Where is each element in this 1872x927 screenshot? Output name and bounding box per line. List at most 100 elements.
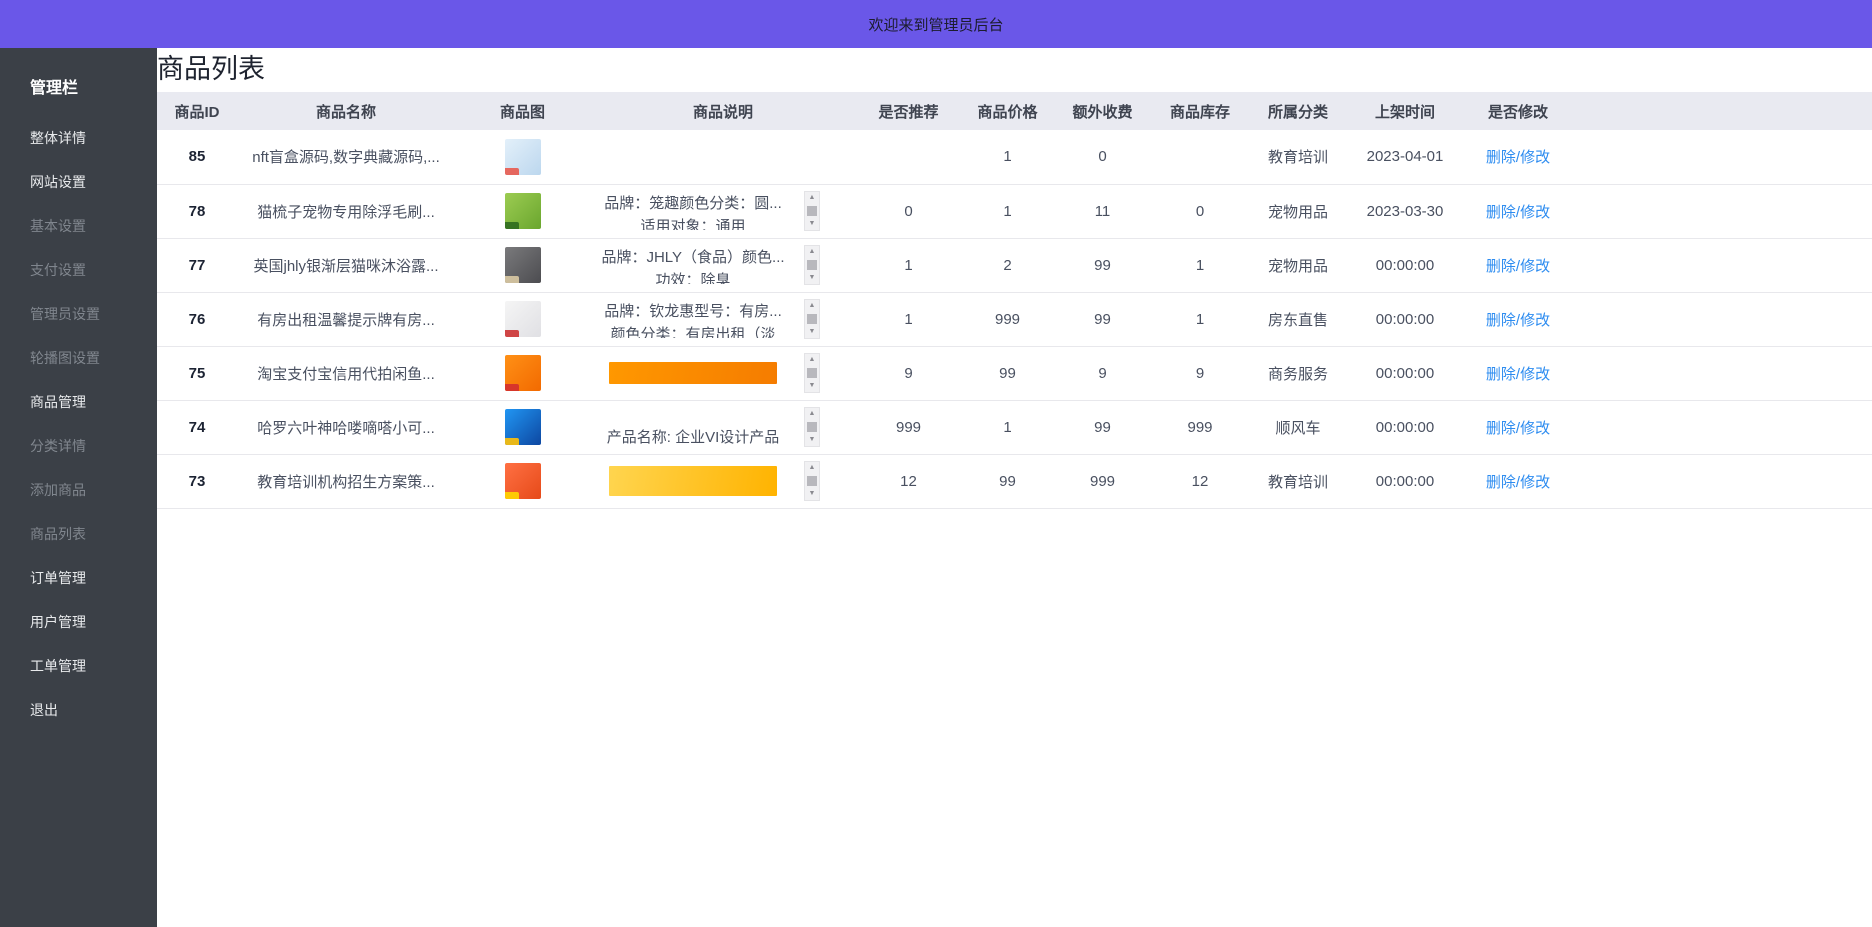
description-scrollbar[interactable]: ▲ ▼ (804, 353, 820, 393)
delete-edit-link[interactable]: 删除/修改 (1486, 420, 1550, 437)
scrollbar-thumb[interactable] (807, 260, 817, 270)
scrollbar-thumb[interactable] (807, 206, 817, 216)
product-name: 有房出租温馨提示牌有房... (257, 312, 435, 329)
recommend-value: 1 (904, 257, 912, 274)
description-line-1: 品牌：JHLY（食品）颜色... (590, 246, 796, 269)
sidebar-item-9[interactable]: 添加商品 (0, 468, 157, 512)
scroll-up-icon[interactable]: ▲ (809, 356, 816, 364)
scroll-down-icon[interactable]: ▼ (809, 490, 816, 498)
description-scrollbar[interactable]: ▲ ▼ (804, 407, 820, 447)
shelf-time-value: 00:00:00 (1376, 311, 1434, 328)
product-name: 淘宝支付宝信用代拍闲鱼... (257, 366, 435, 383)
table-row: 74 哈罗六叶神哈喽嘀嗒小可... 产品名称: 企业VI设计产品 ▲ ▼ 999… (157, 400, 1872, 454)
delete-edit-link[interactable]: 删除/修改 (1486, 474, 1550, 491)
scrollbar-thumb[interactable] (807, 314, 817, 324)
shelf-time-value: 2023-04-01 (1367, 148, 1444, 165)
recommend-value: 999 (896, 419, 921, 436)
scroll-up-icon[interactable]: ▲ (809, 410, 816, 418)
delete-edit-link[interactable]: 删除/修改 (1486, 204, 1550, 221)
sidebar-item-label: 退出 (30, 700, 58, 720)
sidebar-item-12[interactable]: 用户管理 (0, 600, 157, 644)
description-line-1: 品牌：钦龙惠型号：有房... (590, 300, 796, 323)
recommend-value: 9 (904, 365, 912, 382)
extra-fee-value: 9 (1098, 365, 1106, 382)
scroll-down-icon[interactable]: ▼ (809, 220, 816, 228)
pet-shampoo-bottles-thumbnail[interactable] (505, 139, 541, 175)
category-value: 宠物用品 (1268, 204, 1328, 221)
scrollbar-thumb[interactable] (807, 476, 817, 486)
thumbnail-accent (505, 168, 519, 175)
education-poster-thumbnail[interactable] (505, 463, 541, 499)
scroll-down-icon[interactable]: ▼ (809, 274, 816, 282)
scroll-up-icon[interactable]: ▲ (809, 464, 816, 472)
table-row: 85 nft盲盒源码,数字典藏源码,... 1 0 教育培训 2023-04-0… (157, 130, 1872, 184)
sidebar-item-10[interactable]: 商品列表 (0, 512, 157, 556)
scroll-up-icon[interactable]: ▲ (809, 302, 816, 310)
product-description[interactable]: 产品名称: 企业VI设计产品 (590, 408, 796, 446)
column-header-3: 商品图 (455, 92, 590, 130)
filler-cell (1573, 184, 1872, 238)
sidebar-item-label: 商品列表 (30, 524, 86, 544)
sidebar-item-14[interactable]: 退出 (0, 688, 157, 732)
delete-edit-link[interactable]: 删除/修改 (1486, 312, 1550, 329)
product-description[interactable] (590, 462, 796, 500)
scroll-down-icon[interactable]: ▼ (809, 328, 816, 336)
scroll-down-icon[interactable]: ▼ (809, 382, 816, 390)
orange-credit-service-thumbnail[interactable] (505, 355, 541, 391)
product-description[interactable]: 品牌：JHLY（食品）颜色... 功效：除臭 (590, 246, 796, 284)
description-scrollbar[interactable]: ▲ ▼ (804, 245, 820, 285)
sidebar-title: 管理栏 (0, 74, 157, 98)
green-cat-brush-thumbnail[interactable] (505, 193, 541, 229)
thumbnail-accent (505, 222, 519, 229)
scroll-up-icon[interactable]: ▲ (809, 248, 816, 256)
scroll-down-icon[interactable]: ▼ (809, 436, 816, 444)
shelf-time-value: 00:00:00 (1376, 257, 1434, 274)
product-id: 78 (189, 203, 206, 220)
sidebar-item-1[interactable]: 整体详情 (0, 116, 157, 160)
description-scrollbar[interactable]: ▲ ▼ (804, 191, 820, 231)
product-description[interactable]: 品牌：钦龙惠型号：有房... 颜色分类：有房出租（淡 (590, 300, 796, 338)
delete-edit-link[interactable]: 删除/修改 (1486, 149, 1550, 166)
category-value: 宠物用品 (1268, 258, 1328, 275)
price-value: 99 (999, 473, 1016, 490)
description-cell: ▲ ▼ (590, 461, 856, 501)
main-content: 商品列表 商品ID商品名称商品图商品说明是否推荐商品价格额外收费商品库存所属分类… (157, 48, 1872, 927)
table-row: 77 英国jhly银渐层猫咪沐浴露... 品牌：JHLY（食品）颜色... 功效… (157, 238, 1872, 292)
sidebar-item-8[interactable]: 分类详情 (0, 424, 157, 468)
shelf-time-value: 00:00:00 (1376, 419, 1434, 436)
description-line-2: 功效：除臭 (590, 269, 796, 284)
product-description[interactable]: 品牌：笼趣颜色分类：圆... 适用对象：通用 (590, 192, 796, 230)
sidebar-item-7[interactable]: 商品管理 (0, 380, 157, 424)
column-header-10: 上架时间 (1347, 92, 1463, 130)
sidebar-item-11[interactable]: 订单管理 (0, 556, 157, 600)
extra-fee-value: 0 (1098, 148, 1106, 165)
description-banner-image (609, 466, 777, 496)
recommend-value: 12 (900, 473, 917, 490)
rental-sign-thumbnail[interactable] (505, 301, 541, 337)
product-id: 76 (189, 311, 206, 328)
delete-edit-link[interactable]: 删除/修改 (1486, 258, 1550, 275)
column-header-5: 是否推荐 (856, 92, 961, 130)
page-title: 商品列表 (157, 52, 1872, 86)
scroll-up-icon[interactable]: ▲ (809, 194, 816, 202)
scrollbar-thumb[interactable] (807, 422, 817, 432)
description-scrollbar[interactable]: ▲ ▼ (804, 461, 820, 501)
layout: 管理栏 整体详情 网站设置 基本设置 支付设置 管理员设置 轮播图设置 商品管理… (0, 48, 1872, 927)
sidebar-item-5[interactable]: 管理员设置 (0, 292, 157, 336)
description-scrollbar[interactable]: ▲ ▼ (804, 299, 820, 339)
scrollbar-thumb[interactable] (807, 368, 817, 378)
product-description[interactable] (590, 354, 796, 392)
stock-value: 999 (1187, 419, 1212, 436)
sidebar-item-4[interactable]: 支付设置 (0, 248, 157, 292)
blue-ride-service-thumbnail[interactable] (505, 409, 541, 445)
delete-edit-link[interactable]: 删除/修改 (1486, 366, 1550, 383)
product-description[interactable] (590, 138, 820, 176)
sidebar: 管理栏 整体详情 网站设置 基本设置 支付设置 管理员设置 轮播图设置 商品管理… (0, 48, 157, 927)
sidebar-item-3[interactable]: 基本设置 (0, 204, 157, 248)
sidebar-item-6[interactable]: 轮播图设置 (0, 336, 157, 380)
grey-cat-shampoo-thumbnail[interactable] (505, 247, 541, 283)
topbar-title: 欢迎来到管理员后台 (868, 14, 1003, 35)
sidebar-item-13[interactable]: 工单管理 (0, 644, 157, 688)
column-header-7: 额外收费 (1054, 92, 1151, 130)
sidebar-item-2[interactable]: 网站设置 (0, 160, 157, 204)
